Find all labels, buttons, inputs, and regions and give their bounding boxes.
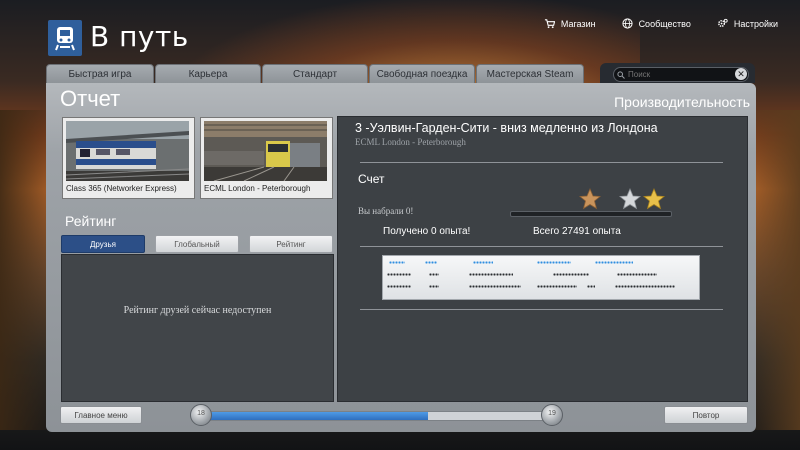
current-level-badge: 18 bbox=[190, 404, 212, 426]
leaderboard-message: Рейтинг друзей сейчас недоступен bbox=[123, 305, 272, 316]
gold-star-icon bbox=[642, 188, 666, 210]
route-title: 3 -Уэлвин-Гарден-Сити - вниз медленно из… bbox=[355, 121, 658, 135]
table-row bbox=[387, 273, 657, 276]
tab-friends[interactable]: Друзья bbox=[61, 235, 145, 253]
route-thumbnail[interactable]: ECML London - Peterborough bbox=[200, 117, 333, 199]
tab-career[interactable]: Карьера bbox=[155, 64, 261, 84]
next-level-badge: 19 bbox=[541, 404, 563, 426]
page-subtitle: Производительность bbox=[614, 94, 750, 110]
topnav-community[interactable]: Сообщество bbox=[621, 18, 691, 29]
search-input[interactable] bbox=[625, 70, 731, 79]
thumbnail-caption: Class 365 (Networker Express) bbox=[66, 184, 177, 193]
level-progress-bar bbox=[200, 411, 551, 421]
train-thumbnail[interactable]: Class 365 (Networker Express) bbox=[62, 117, 195, 199]
app-title: В путь bbox=[90, 20, 189, 53]
bronze-star-icon bbox=[578, 188, 602, 210]
rating-title: Рейтинг bbox=[65, 213, 117, 229]
retry-button[interactable]: Повтор bbox=[664, 406, 748, 424]
report-panel: 3 -Уэлвин-Гарден-Сити - вниз медленно из… bbox=[337, 116, 748, 402]
table-row bbox=[387, 285, 675, 288]
level-progress-fill bbox=[201, 412, 428, 420]
tab-standard[interactable]: Стандарт bbox=[262, 64, 368, 84]
divider bbox=[360, 309, 723, 310]
xp-gained: Получено 0 опыта! bbox=[383, 226, 471, 237]
topnav-settings[interactable]: Настройки bbox=[717, 18, 778, 29]
search-field: ✕ bbox=[613, 67, 749, 82]
globe-icon bbox=[621, 18, 633, 29]
tab-quick-game[interactable]: Быстрая игра bbox=[46, 64, 154, 84]
tab-rating[interactable]: Рейтинг bbox=[249, 235, 333, 253]
topnav-label: Настройки bbox=[733, 18, 778, 29]
tab-free-roam[interactable]: Свободная поездка bbox=[369, 64, 475, 84]
silver-star-icon bbox=[618, 188, 642, 210]
table-header-row bbox=[387, 261, 633, 264]
thumbnail-caption: ECML London - Peterborough bbox=[204, 184, 311, 193]
divider bbox=[360, 246, 723, 247]
friends-leaderboard: Рейтинг друзей сейчас недоступен bbox=[61, 254, 334, 402]
route-subtitle: ECML London - Peterborough bbox=[355, 137, 466, 147]
tab-steam-workshop[interactable]: Мастерская Steam bbox=[476, 64, 584, 84]
clear-search-icon[interactable]: ✕ bbox=[735, 68, 747, 80]
train-image bbox=[66, 121, 189, 181]
divider bbox=[360, 162, 723, 163]
gear-icon bbox=[717, 18, 728, 27]
page-title: Отчет bbox=[60, 86, 121, 111]
topnav-store[interactable]: Магазин bbox=[544, 18, 596, 29]
star-rating bbox=[578, 188, 666, 210]
score-text: Вы набрали 0! bbox=[358, 206, 414, 216]
current-level: 18 bbox=[197, 410, 205, 417]
search-icon bbox=[617, 70, 625, 79]
route-image bbox=[204, 121, 327, 181]
train-logo-icon bbox=[48, 20, 82, 56]
score-progress-bar bbox=[510, 211, 672, 217]
tab-global[interactable]: Глобальный bbox=[155, 235, 239, 253]
score-title: Счет bbox=[358, 172, 385, 186]
topnav-label: Магазин bbox=[560, 18, 596, 29]
next-level: 19 bbox=[548, 410, 556, 417]
cart-icon bbox=[544, 19, 555, 29]
xp-total: Всего 27491 опыта bbox=[533, 226, 621, 237]
top-navigation: Магазин Сообщество Настройки bbox=[544, 18, 778, 29]
results-table bbox=[382, 255, 700, 300]
topnav-label: Сообщество bbox=[638, 18, 691, 29]
main-menu-button[interactable]: Главное меню bbox=[60, 406, 142, 424]
